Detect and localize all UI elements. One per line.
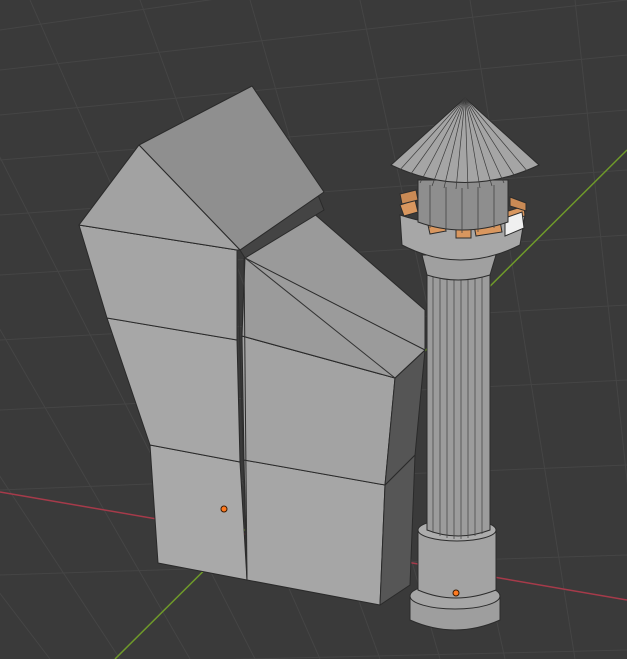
3d-viewport[interactable] <box>0 0 627 659</box>
tower-origin-point[interactable] <box>452 589 460 597</box>
viewport-canvas[interactable] <box>0 0 627 659</box>
wall-origin-point[interactable] <box>220 505 228 513</box>
